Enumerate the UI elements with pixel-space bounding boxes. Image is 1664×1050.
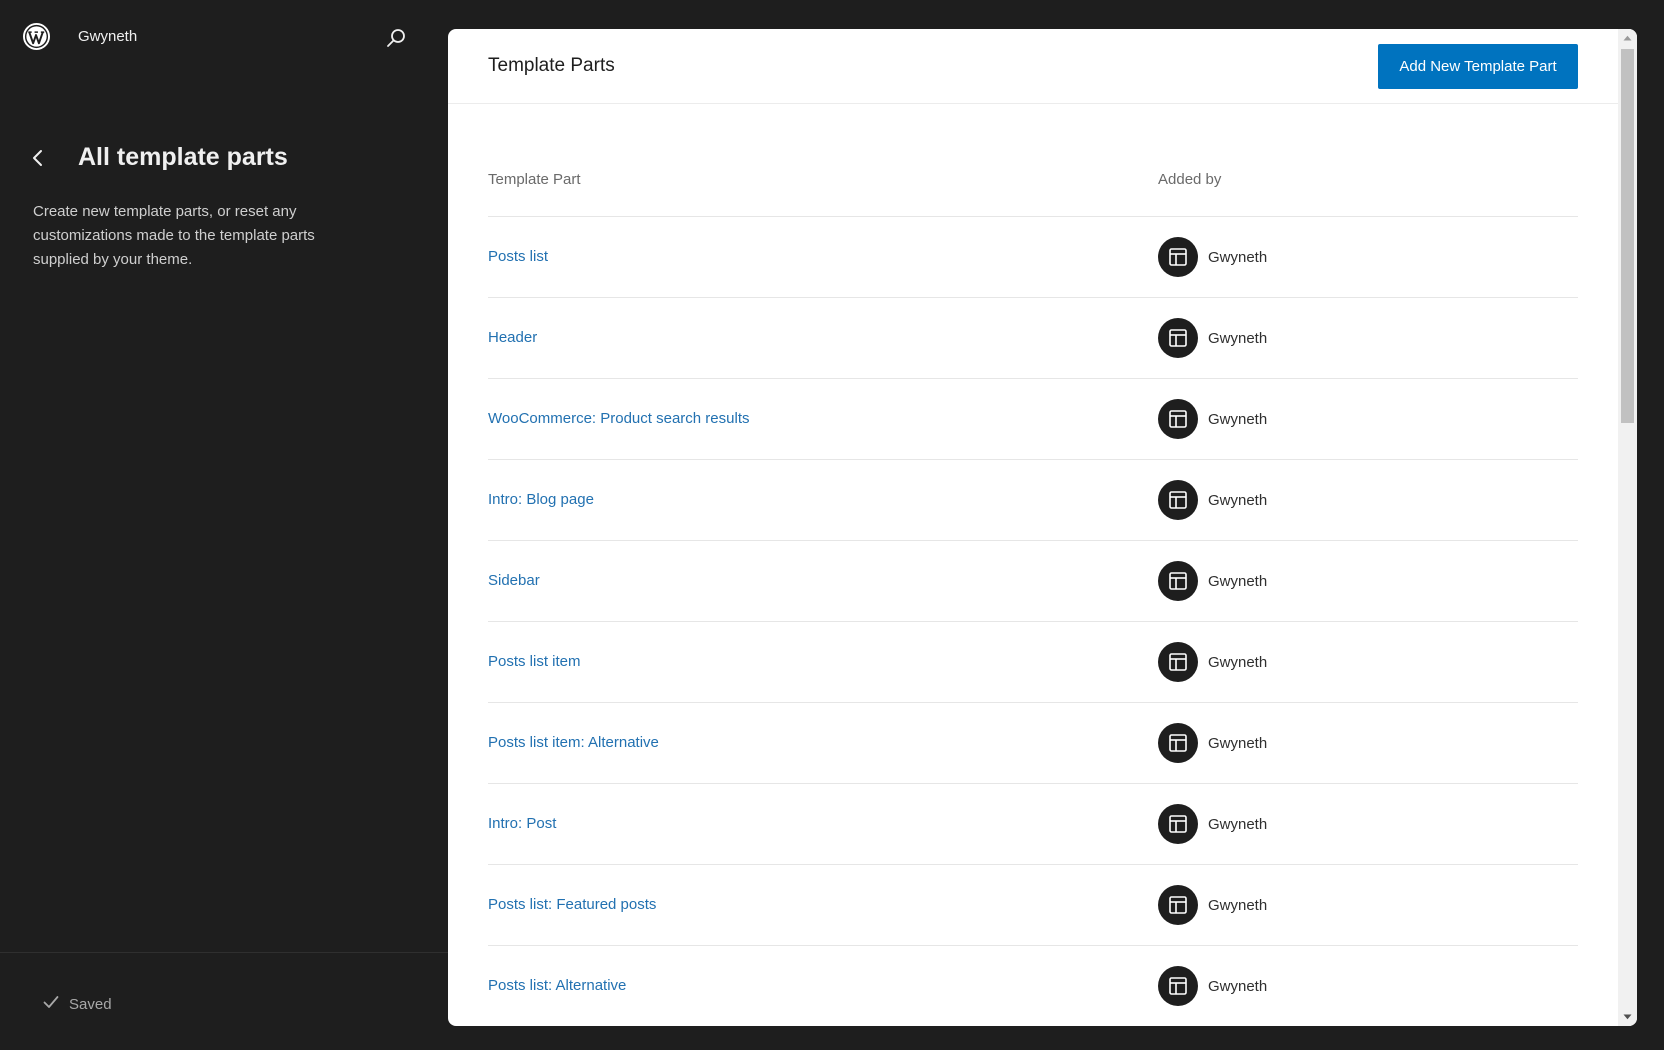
save-status: Saved [43, 995, 112, 1013]
author-name: Gwyneth [1208, 329, 1268, 347]
scroll-down-arrow-icon[interactable] [1618, 1008, 1637, 1026]
scrollbar[interactable] [1618, 29, 1637, 1026]
template-part-link[interactable]: WooCommerce: Product search results [488, 410, 749, 427]
author-name: Gwyneth [1208, 896, 1268, 914]
navigator-description: Create new template parts, or reset any … [33, 203, 315, 268]
author-name: Gwyneth [1208, 815, 1268, 833]
template-part-link[interactable]: Posts list item: Alternative [488, 734, 659, 751]
author-cell: Gwyneth [1158, 804, 1267, 844]
layout-icon [1158, 237, 1198, 277]
author-name: Gwyneth [1208, 410, 1268, 428]
table-row: Posts list: Featured posts Gwyneth [488, 865, 1578, 946]
author-cell: Gwyneth [1158, 399, 1267, 439]
author-name: Gwyneth [1208, 491, 1268, 509]
template-part-link[interactable]: Intro: Blog page [488, 491, 594, 508]
scroll-up-arrow-icon[interactable] [1618, 29, 1637, 47]
search-icon[interactable] [382, 24, 410, 52]
template-part-link[interactable]: Posts list [488, 248, 548, 265]
layout-icon [1158, 480, 1198, 520]
template-part-link[interactable]: Header [488, 329, 537, 346]
table-row: Sidebar Gwyneth [488, 541, 1578, 622]
layout-icon [1158, 318, 1198, 358]
layout-icon [1158, 885, 1198, 925]
chevron-left-icon[interactable] [24, 142, 52, 174]
site-header: Gwyneth [0, 0, 448, 74]
table-row: Posts list item Gwyneth [488, 622, 1578, 703]
panel-header: Template Parts Add New Template Part [448, 29, 1618, 104]
page-title: Template Parts [488, 55, 615, 76]
author-cell: Gwyneth [1158, 642, 1267, 682]
template-part-link[interactable]: Posts list: Featured posts [488, 896, 656, 913]
sidebar-footer: Saved [0, 952, 448, 1050]
navigator-title: All template parts [78, 143, 288, 171]
layout-icon [1158, 399, 1198, 439]
author-cell: Gwyneth [1158, 318, 1267, 358]
navigator-header: All template parts [24, 140, 424, 176]
author-name: Gwyneth [1208, 248, 1268, 266]
author-name: Gwyneth [1208, 653, 1268, 671]
author-name: Gwyneth [1208, 977, 1268, 995]
author-cell: Gwyneth [1158, 885, 1267, 925]
author-name: Gwyneth [1208, 572, 1268, 590]
wordpress-logo-icon[interactable] [23, 23, 50, 50]
author-cell: Gwyneth [1158, 966, 1267, 1006]
table-header: Template Part Added by [488, 153, 1578, 217]
template-parts-table: Template Part Added by Posts list Gwyneth… [488, 153, 1578, 1026]
sidebar: Gwyneth All template parts Create new te… [0, 0, 448, 1050]
layout-icon [1158, 804, 1198, 844]
table-body: Posts list Gwyneth Header Gwyneth WooCommerc… [488, 217, 1578, 1026]
table-row: Intro: Post Gwyneth [488, 784, 1578, 865]
save-status-label: Saved [69, 995, 112, 1013]
column-header-template-part: Template Part [488, 171, 581, 188]
template-part-link[interactable]: Intro: Post [488, 815, 556, 832]
author-cell: Gwyneth [1158, 237, 1267, 277]
scrollbar-thumb[interactable] [1621, 49, 1634, 423]
column-header-added-by: Added by [1158, 171, 1222, 188]
template-parts-panel: Template Parts Add New Template Part Tem… [448, 29, 1637, 1026]
template-part-link[interactable]: Posts list: Alternative [488, 977, 626, 994]
template-part-link[interactable]: Sidebar [488, 572, 540, 589]
author-cell: Gwyneth [1158, 723, 1267, 763]
table-row: Header Gwyneth [488, 298, 1578, 379]
layout-icon [1158, 561, 1198, 601]
author-cell: Gwyneth [1158, 480, 1267, 520]
table-row: Posts list item: Alternative Gwyneth [488, 703, 1578, 784]
author-cell: Gwyneth [1158, 561, 1267, 601]
table-row: Intro: Blog page Gwyneth [488, 460, 1578, 541]
author-name: Gwyneth [1208, 734, 1268, 752]
layout-icon [1158, 723, 1198, 763]
layout-icon [1158, 642, 1198, 682]
table-row: Posts list Gwyneth [488, 217, 1578, 298]
layout-icon [1158, 966, 1198, 1006]
table-row: WooCommerce: Product search results Gwyne… [488, 379, 1578, 460]
template-part-link[interactable]: Posts list item [488, 653, 581, 670]
table-row: Posts list: Alternative Gwyneth [488, 946, 1578, 1026]
checkmark-icon [43, 995, 59, 1013]
site-name[interactable]: Gwyneth [78, 28, 137, 45]
add-new-template-part-button[interactable]: Add New Template Part [1378, 44, 1578, 89]
